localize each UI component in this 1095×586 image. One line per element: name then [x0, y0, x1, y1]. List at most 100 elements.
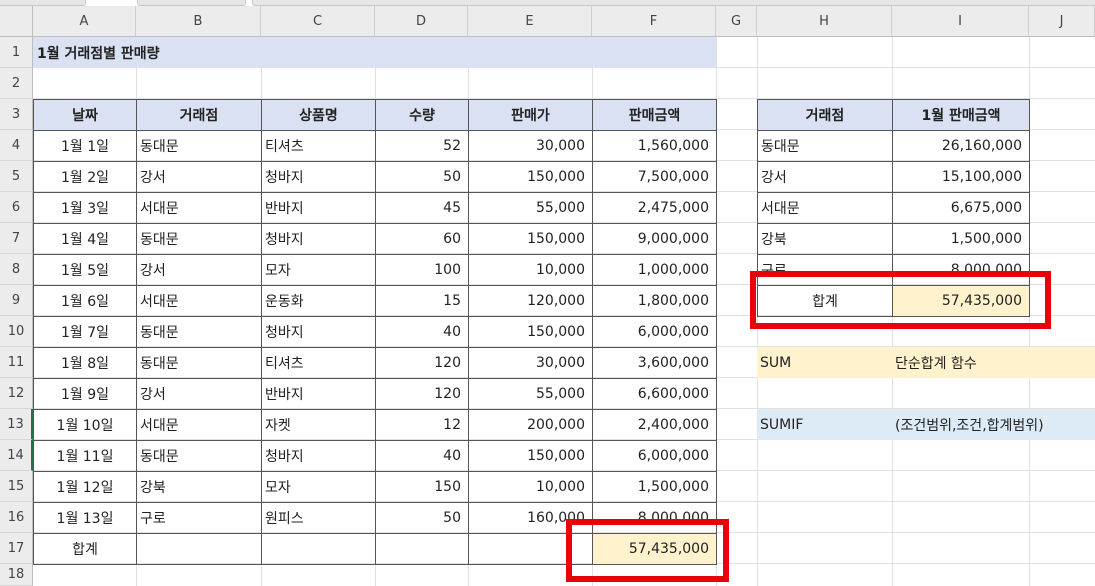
date-cell[interactable]: 1월 12일: [33, 471, 137, 503]
unit-price-cell[interactable]: 30,000: [468, 347, 593, 379]
sales-amount-cell[interactable]: 8,000,000: [592, 502, 717, 534]
header-sales-amount[interactable]: 판매금액: [592, 99, 717, 131]
row-header-8[interactable]: 8: [0, 254, 33, 285]
product-cell[interactable]: 원피스: [261, 502, 376, 534]
header-date[interactable]: 날짜: [33, 99, 137, 131]
product-cell[interactable]: 자켓: [261, 409, 376, 441]
unit-price-cell[interactable]: 10,000: [468, 471, 593, 503]
row-header-13[interactable]: 13: [0, 409, 33, 440]
row-header-15[interactable]: 15: [0, 471, 33, 502]
product-cell[interactable]: 청바지: [261, 316, 376, 348]
column-header-b[interactable]: B: [136, 6, 261, 37]
product-cell[interactable]: 모자: [261, 471, 376, 503]
date-cell[interactable]: 1월 1일: [33, 130, 137, 162]
sales-amount-cell[interactable]: 1,000,000: [592, 254, 717, 286]
summary-store-cell[interactable]: 강북: [757, 223, 893, 255]
product-cell[interactable]: 청바지: [261, 223, 376, 255]
store-cell[interactable]: 동대문: [136, 316, 262, 348]
quantity-cell[interactable]: 12: [375, 409, 469, 441]
sheet-title[interactable]: 1월 거래점별 판매량: [33, 37, 716, 68]
row-header-10[interactable]: 10: [0, 316, 33, 347]
sales-amount-cell[interactable]: 1,560,000: [592, 130, 717, 162]
total-label[interactable]: 합계: [33, 533, 137, 565]
date-cell[interactable]: 1월 10일: [33, 409, 137, 441]
unit-price-cell[interactable]: 160,000: [468, 502, 593, 534]
column-header-h[interactable]: H: [757, 6, 892, 37]
quantity-cell[interactable]: 40: [375, 316, 469, 348]
table-cell-empty[interactable]: [468, 533, 593, 565]
date-cell[interactable]: 1월 4일: [33, 223, 137, 255]
store-cell[interactable]: 동대문: [136, 223, 262, 255]
date-cell[interactable]: 1월 11일: [33, 440, 137, 472]
row-header-16[interactable]: 16: [0, 502, 33, 533]
sales-amount-cell[interactable]: 1,800,000: [592, 285, 717, 317]
unit-price-cell[interactable]: 10,000: [468, 254, 593, 286]
quantity-cell[interactable]: 120: [375, 378, 469, 410]
quantity-cell[interactable]: 150: [375, 471, 469, 503]
quantity-cell[interactable]: 50: [375, 161, 469, 193]
summary-header-january-sales[interactable]: 1월 판매금액: [892, 99, 1030, 131]
store-cell[interactable]: 강북: [136, 471, 262, 503]
summary-store-cell[interactable]: 구로: [757, 254, 893, 286]
store-cell[interactable]: 서대문: [136, 409, 262, 441]
header-store[interactable]: 거래점: [136, 99, 262, 131]
date-cell[interactable]: 1월 13일: [33, 502, 137, 534]
quantity-cell[interactable]: 52: [375, 130, 469, 162]
row-header-12[interactable]: 12: [0, 378, 33, 409]
unit-price-cell[interactable]: 30,000: [468, 130, 593, 162]
header-product[interactable]: 상품명: [261, 99, 376, 131]
date-cell[interactable]: 1월 5일: [33, 254, 137, 286]
sales-amount-cell[interactable]: 2,475,000: [592, 192, 717, 224]
unit-price-cell[interactable]: 150,000: [468, 223, 593, 255]
sales-amount-cell[interactable]: 9,000,000: [592, 223, 717, 255]
unit-price-cell[interactable]: 150,000: [468, 440, 593, 472]
store-cell[interactable]: 강서: [136, 161, 262, 193]
quantity-cell[interactable]: 45: [375, 192, 469, 224]
summary-amount-cell[interactable]: 6,675,000: [892, 192, 1030, 224]
sales-amount-cell[interactable]: 1,500,000: [592, 471, 717, 503]
row-header-17[interactable]: 17: [0, 533, 33, 564]
row-header-6[interactable]: 6: [0, 192, 33, 223]
product-cell[interactable]: 반바지: [261, 192, 376, 224]
quantity-cell[interactable]: 120: [375, 347, 469, 379]
store-cell[interactable]: 강서: [136, 378, 262, 410]
store-cell[interactable]: 동대문: [136, 130, 262, 162]
product-cell[interactable]: 티셔츠: [261, 347, 376, 379]
column-header-d[interactable]: D: [375, 6, 468, 37]
summary-amount-cell[interactable]: 1,500,000: [892, 223, 1030, 255]
summary-amount-cell[interactable]: 15,100,000: [892, 161, 1030, 193]
sumif-function-syntax[interactable]: (조건범위,조건,합계범위): [892, 409, 1095, 440]
summary-total-value[interactable]: 57,435,000: [892, 285, 1030, 317]
total-sales-amount[interactable]: 57,435,000: [592, 533, 717, 565]
store-cell[interactable]: 동대문: [136, 347, 262, 379]
row-header-14[interactable]: 14: [0, 440, 33, 471]
date-cell[interactable]: 1월 8일: [33, 347, 137, 379]
unit-price-cell[interactable]: 150,000: [468, 316, 593, 348]
quantity-cell[interactable]: 100: [375, 254, 469, 286]
sales-amount-cell[interactable]: 6,600,000: [592, 378, 717, 410]
column-header-c[interactable]: C: [261, 6, 375, 37]
quantity-cell[interactable]: 60: [375, 223, 469, 255]
sales-amount-cell[interactable]: 6,000,000: [592, 316, 717, 348]
table-cell-empty[interactable]: [136, 533, 262, 565]
unit-price-cell[interactable]: 200,000: [468, 409, 593, 441]
store-cell[interactable]: 서대문: [136, 285, 262, 317]
store-cell[interactable]: 동대문: [136, 440, 262, 472]
row-header-3[interactable]: 3: [0, 99, 33, 130]
product-cell[interactable]: 모자: [261, 254, 376, 286]
column-header-j[interactable]: J: [1029, 6, 1095, 37]
summary-store-cell[interactable]: 동대문: [757, 130, 893, 162]
column-header-i[interactable]: I: [892, 6, 1029, 37]
row-header-2[interactable]: 2: [0, 68, 33, 99]
product-cell[interactable]: 청바지: [261, 440, 376, 472]
product-cell[interactable]: 청바지: [261, 161, 376, 193]
quantity-cell[interactable]: 40: [375, 440, 469, 472]
sumif-function-name[interactable]: SUMIF: [757, 409, 892, 440]
summary-total-label[interactable]: 합계: [757, 285, 893, 317]
row-header-4[interactable]: 4: [0, 130, 33, 161]
date-cell[interactable]: 1월 6일: [33, 285, 137, 317]
select-all-corner[interactable]: [0, 6, 33, 37]
table-cell-empty[interactable]: [261, 533, 376, 565]
header-unit-price[interactable]: 판매가: [468, 99, 593, 131]
date-cell[interactable]: 1월 7일: [33, 316, 137, 348]
